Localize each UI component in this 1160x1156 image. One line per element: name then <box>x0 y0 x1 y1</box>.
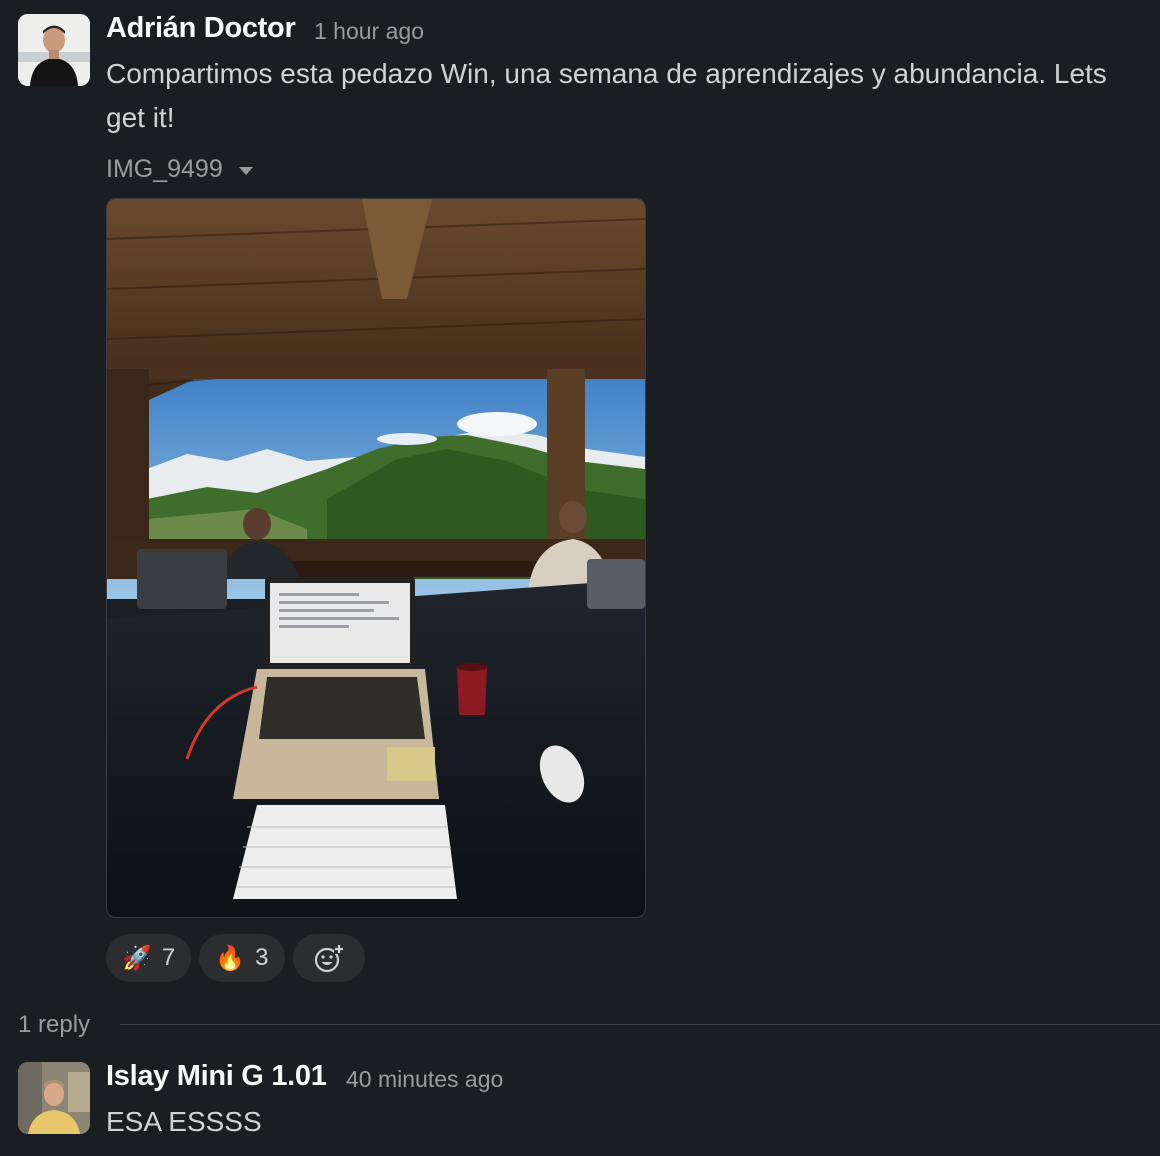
message-text-line-1: Compartimos esta pedazo Win, una semana … <box>106 58 1107 89</box>
reaction-count: 3 <box>255 944 269 971</box>
attached-photo[interactable] <box>106 198 646 918</box>
reaction-count: 7 <box>161 944 176 971</box>
message-text-line-2: get it! <box>106 102 175 133</box>
attachment-toggle[interactable]: IMG_9499 <box>106 152 253 186</box>
author-avatar[interactable] <box>18 14 90 86</box>
thread-divider <box>120 1024 1160 1025</box>
reaction-rocket[interactable]: 🚀 7 <box>106 934 192 982</box>
reply-text: ESA ESSSS <box>106 1106 262 1137</box>
reply-author-name[interactable]: Islay Mini G 1.01 <box>106 1060 327 1093</box>
add-reaction-icon <box>314 944 344 973</box>
fire-emoji: 🔥 <box>215 944 246 972</box>
reactions-bar: 🚀 7 🔥 3 <box>106 934 365 982</box>
reply-author-avatar[interactable] <box>18 1062 90 1134</box>
attachment-filename: IMG_9499 <box>106 154 223 183</box>
chevron-down-icon <box>238 166 253 175</box>
add-reaction-button[interactable] <box>292 934 365 982</box>
reply-timestamp[interactable]: 40 minutes ago <box>346 1066 503 1093</box>
author-name[interactable]: Adrián Doctor <box>106 12 296 45</box>
rocket-emoji: 🚀 <box>122 944 152 972</box>
message-timestamp[interactable]: 1 hour ago <box>314 18 424 45</box>
reply-count[interactable]: 1 reply <box>18 1008 90 1042</box>
reaction-fire[interactable]: 🔥 3 <box>199 934 285 982</box>
